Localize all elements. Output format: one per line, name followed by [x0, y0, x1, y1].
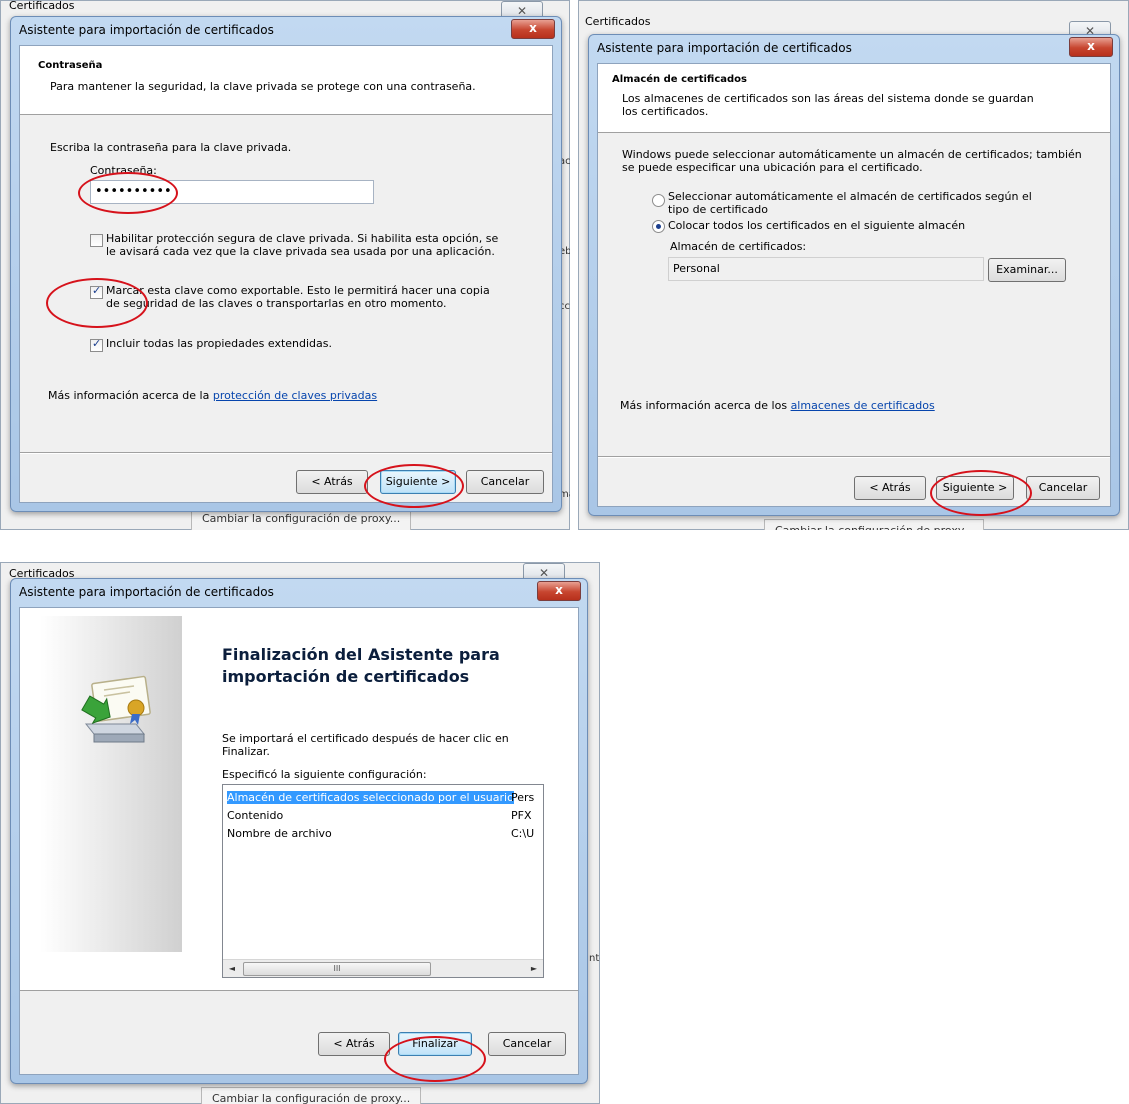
- strong-protection-label: Habilitar protección segura de clave pri…: [106, 232, 499, 258]
- certificate-install-icon: [81, 675, 151, 743]
- summary-label: Especificó la siguiente configuración:: [222, 768, 427, 781]
- close-icon[interactable]: x: [511, 19, 555, 39]
- setting-name: Nombre de archivo: [227, 827, 332, 840]
- store-field-label: Almacén de certificados:: [670, 240, 807, 253]
- dialog-client: Contraseña Para mantener la seguridad, l…: [19, 45, 553, 503]
- proxy-settings-button[interactable]: Cambiar la configuración de proxy...: [764, 519, 985, 530]
- more-info-text: Más información acerca de la protección …: [48, 389, 377, 402]
- proxy-settings-button[interactable]: Cambiar la configuración de proxy...: [201, 1087, 422, 1104]
- auto-store-radio[interactable]: [652, 194, 665, 207]
- checkbox-check-icon: ✓: [92, 337, 102, 350]
- button-separator: [598, 456, 1110, 458]
- header-band: Almacén de certificados Los almacenes de…: [598, 64, 1110, 133]
- extended-properties-label: Incluir todas las propiedades extendidas…: [106, 337, 333, 350]
- dialog-title: Asistente para importación de certificad…: [19, 585, 274, 599]
- more-info-prefix: Más información acerca de la: [48, 389, 213, 402]
- dialog-title: Asistente para importación de certificad…: [597, 41, 852, 55]
- scroll-right-icon[interactable]: ►: [527, 962, 541, 975]
- manual-store-radio[interactable]: [652, 220, 665, 233]
- highlight-exportable-ring: [46, 278, 148, 328]
- header-title: Contraseña: [38, 60, 103, 71]
- highlight-next-ring: [930, 470, 1032, 516]
- screenshot-store-step: Certificados ✕ Cambiar la configuración …: [578, 0, 1129, 530]
- cancel-button[interactable]: Cancelar: [1026, 476, 1100, 500]
- list-item[interactable]: Almacén de certificados seleccionado por…: [227, 789, 543, 806]
- setting-value: PFX: [511, 809, 532, 822]
- highlight-next-ring: [364, 464, 464, 508]
- wizard-side-panel: [40, 616, 182, 952]
- background-edge-text: nte: [589, 953, 600, 964]
- manual-store-label: Colocar todos los certificados en el sig…: [668, 219, 966, 232]
- close-icon[interactable]: x: [537, 581, 581, 601]
- scroll-thumb[interactable]: III: [243, 962, 431, 976]
- import-wizard-dialog: Asistente para importación de certificad…: [10, 16, 562, 512]
- finish-message: Se importará el certificado después de h…: [222, 732, 509, 758]
- scroll-left-icon[interactable]: ◄: [225, 962, 239, 975]
- more-info-text: Más información acerca de los almacenes …: [620, 399, 935, 412]
- browse-button[interactable]: Examinar...: [988, 258, 1066, 282]
- finish-title: Finalización del Asistente para importac…: [222, 645, 500, 686]
- background-window-title: Certificados: [9, 0, 75, 12]
- background-window-title: Certificados: [585, 15, 651, 28]
- back-button[interactable]: < Atrás: [318, 1032, 390, 1056]
- highlight-finish-ring: [384, 1036, 486, 1082]
- import-wizard-dialog: Asistente para importación de certificad…: [10, 578, 588, 1084]
- list-item[interactable]: Contenido PFX: [227, 807, 543, 824]
- strong-protection-checkbox[interactable]: [90, 234, 103, 247]
- dialog-client: Almacén de certificados Los almacenes de…: [597, 63, 1111, 507]
- password-instruction: Escriba la contraseña para la clave priv…: [50, 141, 292, 154]
- horizontal-scrollbar[interactable]: ◄ III ►: [223, 959, 543, 977]
- setting-value: Pers: [511, 791, 535, 804]
- private-key-protection-link[interactable]: protección de claves privadas: [213, 389, 377, 402]
- cancel-button[interactable]: Cancelar: [466, 470, 544, 494]
- close-icon[interactable]: x: [1069, 37, 1113, 57]
- cancel-button[interactable]: Cancelar: [488, 1032, 566, 1056]
- content-pane: Finalización del Asistente para importac…: [20, 608, 578, 991]
- setting-name: Almacén de certificados seleccionado por…: [227, 791, 514, 804]
- exportable-label: Marcar esta clave como exportable. Esto …: [106, 284, 490, 310]
- settings-summary-list[interactable]: Almacén de certificados seleccionado por…: [222, 784, 544, 978]
- highlight-password-ring: [78, 172, 178, 214]
- auto-store-label: Seleccionar automáticamente el almacén d…: [668, 190, 1032, 216]
- screenshot-finish-step: Certificados ✕ nte Cambiar la configurac…: [0, 562, 600, 1104]
- header-title: Almacén de certificados: [612, 74, 747, 85]
- store-field: Personal: [668, 257, 984, 281]
- more-info-prefix: Más información acerca de los: [620, 399, 791, 412]
- header-subtitle: Los almacenes de certificados son las ár…: [622, 92, 1034, 118]
- setting-value: C:\U: [511, 827, 535, 840]
- list-item[interactable]: Nombre de archivo C:\U: [227, 825, 543, 842]
- screenshot-password-step: Certificados ✕ ac eb cc ma Cambiar la co…: [0, 0, 570, 530]
- store-description: Windows puede seleccionar automáticament…: [622, 148, 1082, 174]
- radio-dot-icon: [656, 224, 661, 229]
- back-button[interactable]: < Atrás: [296, 470, 368, 494]
- extended-properties-checkbox[interactable]: ✓: [90, 337, 103, 352]
- dialog-client: Finalización del Asistente para importac…: [19, 607, 579, 1075]
- header-subtitle: Para mantener la seguridad, la clave pri…: [50, 80, 476, 93]
- setting-name: Contenido: [227, 809, 284, 822]
- button-separator: [20, 452, 552, 454]
- back-button[interactable]: < Atrás: [854, 476, 926, 500]
- header-band: Contraseña Para mantener la seguridad, l…: [20, 46, 552, 115]
- certificate-stores-link[interactable]: almacenes de certificados: [791, 399, 935, 412]
- import-wizard-dialog: Asistente para importación de certificad…: [588, 34, 1120, 516]
- dialog-title: Asistente para importación de certificad…: [19, 23, 274, 37]
